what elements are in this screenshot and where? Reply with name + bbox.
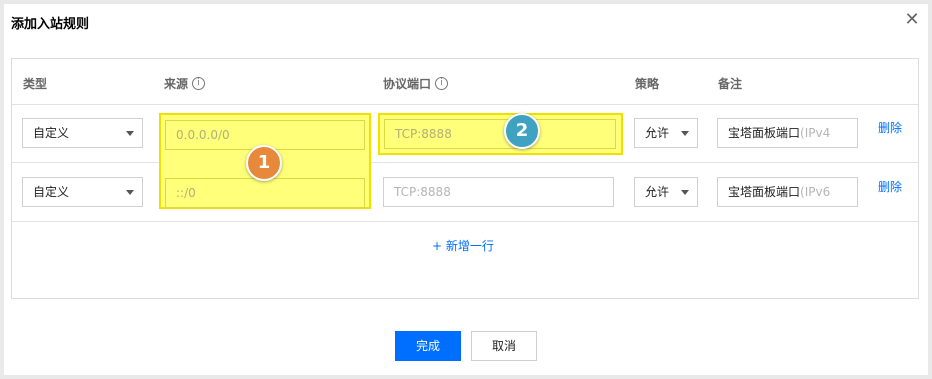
note-input[interactable]: 宝塔面板端口(IPv4 — [717, 118, 858, 148]
header-source-label: 来源 — [164, 77, 189, 91]
port-highlight: TCP:8888 — [378, 113, 623, 155]
policy-select[interactable]: 允许 — [634, 118, 698, 148]
policy-select-value: 允许 — [645, 185, 670, 199]
row-divider — [12, 162, 918, 163]
note-value: 宝塔面板端口 — [728, 126, 801, 140]
type-select[interactable]: 自定义 — [22, 118, 143, 148]
header-note: 备注 — [718, 75, 742, 92]
rules-table: 类型 来源 i 协议端口 i 策略 备注 0.0.0.0/0 ::/0 TCP:88… — [11, 58, 919, 299]
chevron-down-icon — [681, 131, 689, 136]
policy-select-value: 允许 — [645, 126, 670, 140]
note-input[interactable]: 宝塔面板端口(IPv6 — [717, 177, 858, 207]
row-divider — [12, 221, 918, 222]
close-icon[interactable]: ✕ — [904, 11, 920, 29]
port-input[interactable]: TCP:8888 — [383, 177, 614, 207]
header-policy-label: 策略 — [635, 77, 660, 91]
chevron-down-icon — [126, 190, 134, 195]
type-select-value: 自定义 — [33, 185, 70, 199]
add-inbound-rule-dialog: 添加入站规则 ✕ 类型 来源 i 协议端口 i 策略 备注 0.0.0.0/0 ::… — [4, 4, 928, 375]
type-select[interactable]: 自定义 — [22, 177, 143, 207]
note-hint: (IPv4 — [800, 126, 831, 140]
header-port-label: 协议端口 — [383, 77, 432, 91]
chevron-down-icon — [681, 190, 689, 195]
header-policy: 策略 — [635, 75, 659, 92]
delete-row-link[interactable]: 删除 — [878, 119, 902, 136]
delete-row-link[interactable]: 删除 — [878, 178, 902, 195]
info-icon[interactable]: i — [435, 77, 449, 90]
source-input[interactable]: ::/0 — [165, 178, 365, 208]
note-value: 宝塔面板端口 — [728, 185, 801, 199]
confirm-button[interactable]: 完成 — [395, 331, 461, 361]
header-port: 协议端口 i — [383, 75, 449, 92]
add-row-link[interactable]: + 新增一行 — [432, 237, 494, 254]
note-hint: (IPv6 — [800, 185, 831, 199]
header-type: 类型 — [23, 75, 47, 92]
header-divider — [12, 104, 918, 105]
annotation-badge-2: 2 — [504, 113, 540, 149]
header-note-label: 备注 — [718, 77, 743, 91]
dialog-title: 添加入站规则 — [11, 17, 90, 32]
cancel-button[interactable]: 取消 — [471, 331, 537, 361]
chevron-down-icon — [126, 131, 134, 136]
port-input[interactable]: TCP:8888 — [384, 119, 616, 149]
info-icon[interactable]: i — [192, 77, 206, 90]
header-source: 来源 i — [164, 75, 206, 92]
annotation-badge-1: 1 — [246, 145, 282, 181]
type-select-value: 自定义 — [33, 126, 70, 140]
policy-select[interactable]: 允许 — [634, 177, 698, 207]
header-type-label: 类型 — [23, 77, 48, 91]
